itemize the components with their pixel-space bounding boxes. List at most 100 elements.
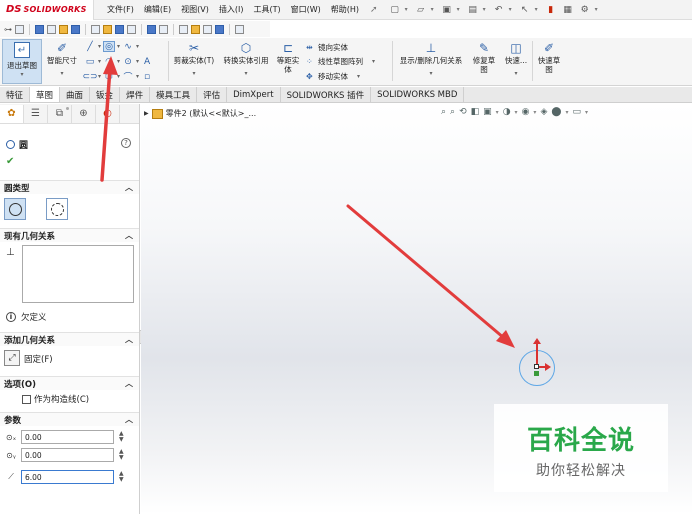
tab-surfaces[interactable]: 曲面 xyxy=(60,87,91,102)
polygon-dropdown-icon[interactable]: ▾ xyxy=(117,73,120,80)
existing-relations-list[interactable] xyxy=(22,245,134,303)
center-x-spinner[interactable]: ▲ ▼ xyxy=(119,431,124,443)
property-manager-tab-icon[interactable]: ☰ xyxy=(24,104,48,123)
toolbar-icon-7[interactable] xyxy=(103,24,112,34)
toolbar-icon-2[interactable] xyxy=(35,24,44,34)
menu-view[interactable]: 视图(V) xyxy=(176,4,214,15)
tab-mbd[interactable]: SOLIDWORKS MBD xyxy=(371,87,465,102)
point-tool-icon[interactable]: ⊙ xyxy=(122,56,134,67)
tab-sketch[interactable]: 草图 xyxy=(30,87,61,102)
hide-show-dropdown-icon[interactable]: ▾ xyxy=(533,109,536,116)
center-circle-option[interactable] xyxy=(4,198,26,220)
undo-dropdown-icon[interactable]: ▾ xyxy=(509,6,512,13)
menu-insert[interactable]: 插入(I) xyxy=(214,4,249,15)
open-folder-icon[interactable]: ▱ xyxy=(414,3,428,16)
display-relations-button[interactable]: ⊥ 显示/删除几何关系 ▾ xyxy=(395,41,467,78)
chevron-up-icon[interactable]: ︿ xyxy=(125,334,133,345)
zoom-to-fit-icon[interactable]: ⌕ xyxy=(441,107,446,117)
add-relations-header[interactable]: 添加几何关系 ︿ xyxy=(0,332,139,346)
arc-tool-icon[interactable]: ◠ xyxy=(103,56,115,67)
view-orientation-icon[interactable]: ▣ xyxy=(483,107,492,117)
linear-pattern-dropdown-icon[interactable]: ▾ xyxy=(372,58,375,65)
dimxpert-manager-tab-icon[interactable]: ⊕ xyxy=(72,104,96,123)
slot-dropdown-icon[interactable]: ▾ xyxy=(98,73,101,80)
file-properties-icon[interactable]: ▦ xyxy=(561,3,575,16)
chevron-up-icon[interactable]: ︿ xyxy=(125,378,133,389)
apply-scene-dropdown-icon[interactable]: ▾ xyxy=(565,109,568,116)
sketch-toggle-icon[interactable]: ⊶ xyxy=(4,25,12,34)
solidworks-logo[interactable]: DS SOLIDWORKS xyxy=(0,0,94,20)
expand-arrow-icon[interactable]: ▶ xyxy=(144,110,149,117)
menu-file[interactable]: 文件(F) xyxy=(102,4,139,15)
spline-dropdown-icon[interactable]: ▾ xyxy=(136,43,139,50)
slot-tool-icon[interactable]: ⊂⊃ xyxy=(82,71,97,82)
chevron-up-icon[interactable]: ︿ xyxy=(125,182,133,193)
chevron-up-icon[interactable]: ︿ xyxy=(125,414,133,425)
feature-manager-tab-icon[interactable]: ✿ xyxy=(0,104,24,123)
fix-relation-button[interactable]: ⤢ xyxy=(4,350,20,366)
zoom-to-area-icon[interactable]: ⌕ xyxy=(450,107,455,117)
point-dropdown-icon[interactable]: ▾ xyxy=(136,58,139,65)
trim-entities-button[interactable]: ✂ 剪裁实体(T) ▾ xyxy=(172,41,216,78)
display-style-dropdown-icon[interactable]: ▾ xyxy=(515,109,518,116)
toolbar-icon-14[interactable] xyxy=(203,24,212,34)
save-icon[interactable]: ▣ xyxy=(440,3,454,16)
flyout-feature-tree[interactable]: ▶ 零件2 (默认<<默认>_... xyxy=(144,108,256,119)
move-dropdown-icon[interactable]: ▾ xyxy=(357,73,360,80)
tab-addins[interactable]: SOLIDWORKS 插件 xyxy=(281,87,372,102)
toolbar-icon-13[interactable] xyxy=(191,24,200,34)
tab-weldments[interactable]: 焊件 xyxy=(120,87,151,102)
toolbar-icon-16[interactable] xyxy=(235,24,244,34)
view-orientation-dropdown-icon[interactable]: ▾ xyxy=(496,109,499,116)
existing-relations-header[interactable]: 现有几何关系 ︿ xyxy=(0,228,139,242)
menu-window[interactable]: 窗口(W) xyxy=(286,4,326,15)
new-dropdown-icon[interactable]: ▾ xyxy=(405,6,408,13)
rectangle-dropdown-icon[interactable]: ▾ xyxy=(98,58,101,65)
toolbar-icon-12[interactable] xyxy=(179,24,188,34)
center-y-spinner[interactable]: ▲ ▼ xyxy=(119,449,124,461)
perimeter-circle-option[interactable] xyxy=(46,198,68,220)
plane-tool-icon[interactable]: ▫ xyxy=(141,71,153,82)
convert-entities-button[interactable]: ⬡ 转换实体引用 ▾ xyxy=(219,41,273,78)
fillet-tool-icon[interactable]: ⌒ xyxy=(122,71,134,83)
exit-sketch-button[interactable]: ↵ 退出草图 ▾ xyxy=(2,39,42,84)
rebuild-icon[interactable]: ▮ xyxy=(544,3,558,16)
tab-evaluate[interactable]: 评估 xyxy=(197,87,228,102)
toolbar-icon-5[interactable] xyxy=(71,24,80,34)
rapid-sketch-button[interactable]: ✐ 快速草 图 xyxy=(535,41,563,75)
menu-help[interactable]: 帮助(H) xyxy=(326,4,364,15)
toolbar-icon-8[interactable] xyxy=(115,24,124,34)
open-dropdown-icon[interactable]: ▾ xyxy=(431,6,434,13)
line-tool-icon[interactable]: ╱ xyxy=(84,41,96,52)
tab-sheet-metal[interactable]: 钣金 xyxy=(90,87,121,102)
ok-checkmark-button[interactable]: ✔ xyxy=(6,156,14,167)
center-y-input[interactable]: 0.00 xyxy=(21,448,114,462)
polygon-tool-icon[interactable]: ⬡ xyxy=(103,71,115,82)
select-dropdown-icon[interactable]: ▾ xyxy=(535,6,538,13)
radius-spinner[interactable]: ▲ ▼ xyxy=(119,471,124,483)
repair-sketch-button[interactable]: ✎ 修复草 图 xyxy=(470,41,498,75)
move-entities-button[interactable]: ✥ 移动实体 ▾ xyxy=(306,71,360,81)
menu-tools[interactable]: 工具(T) xyxy=(248,4,285,15)
print-dropdown-icon[interactable]: ▾ xyxy=(483,6,486,13)
circle-type-header[interactable]: 圆类型 ︿ xyxy=(0,180,139,194)
options-dropdown-icon[interactable]: ▾ xyxy=(595,6,598,13)
view-settings-icon[interactable]: ▭ xyxy=(572,107,581,117)
construction-option[interactable]: 作为构造线(C) xyxy=(22,393,89,405)
panel-drag-handle[interactable] xyxy=(66,107,69,110)
display-style-icon[interactable]: ◑ xyxy=(503,107,511,117)
circle-tool-icon[interactable]: ◎ xyxy=(103,41,116,52)
edit-appearance-icon[interactable]: ◈ xyxy=(540,107,547,117)
line-dropdown-icon[interactable]: ▾ xyxy=(98,43,101,50)
quick-snaps-button[interactable]: ◫ 快速... ▾ xyxy=(502,41,530,78)
spline-tool-icon[interactable]: ∿ xyxy=(122,41,134,52)
select-cursor-icon[interactable]: ↖ xyxy=(518,3,532,16)
toolbar-icon-6[interactable] xyxy=(91,24,100,34)
toolbar-icon-10[interactable] xyxy=(147,24,156,34)
toolbar-icon-4[interactable] xyxy=(59,24,68,34)
offset-entities-button[interactable]: ⊏ 等距实 体 xyxy=(274,41,302,75)
fillet-dropdown-icon[interactable]: ▾ xyxy=(136,73,139,80)
tab-dimxpert[interactable]: DimXpert xyxy=(227,87,281,102)
previous-view-icon[interactable]: ⟲ xyxy=(459,107,467,117)
undo-icon[interactable]: ↶ xyxy=(492,3,506,16)
